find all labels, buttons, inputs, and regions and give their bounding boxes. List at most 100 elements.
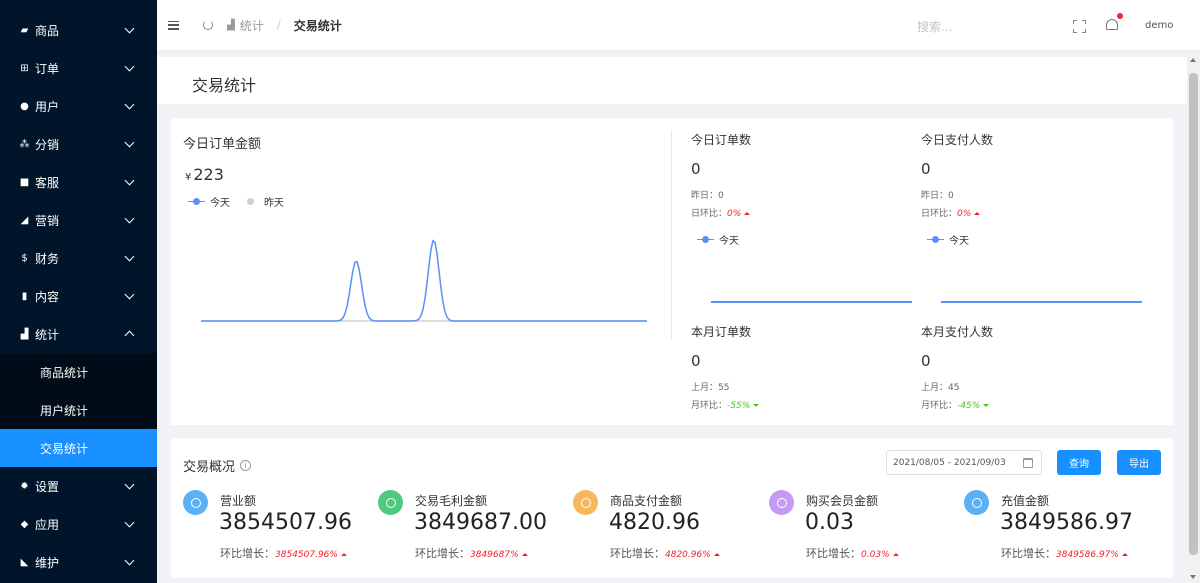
overview-value: 3849687.00 — [414, 510, 547, 535]
info-icon[interactable]: i — [240, 460, 252, 471]
fullscreen-icon[interactable] — [1073, 20, 1086, 33]
sidebar-subitem-user-stats[interactable]: 用户统计 — [0, 391, 157, 429]
breadcrumb-current: 交易统计 — [293, 18, 342, 33]
overview-card: 交易概况 i 2021/08/05 - 2021/09/03 查询 导出 营业额… — [171, 438, 1173, 578]
overview-label: 营业额 — [220, 494, 257, 508]
chevron-down-icon — [124, 517, 135, 527]
today-amount-value: 223 — [193, 165, 224, 184]
stat-title: 今日订单数 — [691, 133, 752, 147]
bag-icon: ▰ — [20, 24, 29, 36]
scrollbar[interactable] — [1187, 51, 1200, 583]
bell-icon[interactable] — [1105, 13, 1123, 33]
chevron-down-icon — [124, 213, 135, 223]
today-amount-title: 今日订单金额 — [183, 137, 262, 152]
breadcrumb-separator: / — [276, 18, 281, 32]
chevron-down-icon — [124, 175, 135, 185]
trend-down-icon — [753, 404, 760, 407]
sidebar-item-distribution[interactable]: ⁂ 分销 — [0, 125, 157, 163]
legend-today[interactable]: 今天 — [210, 194, 230, 209]
stat-value: 0 — [921, 352, 931, 370]
overview-label: 交易毛利金额 — [415, 494, 488, 508]
stat-ratio: 日环比：0% — [691, 206, 751, 219]
trend-down-icon — [983, 404, 990, 407]
stat-value: 0 — [691, 160, 701, 178]
stat-ratio: 月环比：-55% — [691, 398, 760, 411]
sidebar-item-label: 用户 — [35, 99, 60, 114]
sidebar-item-goods[interactable]: ▰ 商品 — [0, 11, 157, 49]
overview-label: 购买会员金额 — [806, 494, 879, 508]
chevron-down-icon — [124, 137, 135, 147]
legend-label[interactable]: 今天 — [719, 232, 739, 247]
coin-icon — [378, 490, 403, 515]
user-name[interactable]: demo — [1145, 20, 1173, 31]
export-button[interactable]: 导出 — [1117, 450, 1161, 475]
overview-value: 0.03 — [805, 510, 854, 535]
chart-legend[interactable]: 今天 昨天 — [188, 194, 296, 209]
trend-up-icon — [892, 552, 899, 556]
overview-item-goods-payment: 商品支付金额 4820.96 环比增长：4820.96% — [573, 489, 763, 569]
overview-item-gross-profit: 交易毛利金额 3849687.00 环比增长：3849687% — [378, 489, 568, 569]
sidebar-item-label: 设置 — [35, 479, 60, 494]
sidebar-item-finance[interactable]: $ 财务 — [0, 239, 157, 277]
sidebar-item-users[interactable]: ● 用户 — [0, 87, 157, 125]
stat-prev: 昨日：0 — [691, 191, 724, 201]
menu-toggle-icon[interactable] — [168, 20, 179, 30]
stat-value: 0 — [691, 352, 701, 370]
notification-dot — [1117, 13, 1123, 19]
sidebar-item-content[interactable]: ▮ 内容 — [0, 277, 157, 315]
trend-up-icon — [521, 552, 528, 556]
legend-label[interactable]: 今天 — [949, 232, 969, 247]
bar-chart-icon: ▟ — [227, 19, 235, 31]
wrench-icon: ◣ — [20, 556, 29, 568]
legend-yesterday-marker — [242, 198, 259, 204]
trend-up-icon — [1121, 552, 1128, 556]
stat-prev: 上月：55 — [691, 383, 730, 393]
book-icon: ▮ — [21, 290, 28, 302]
sidebar-item-service[interactable]: ■ 客服 — [0, 163, 157, 201]
chevron-down-icon — [124, 289, 135, 299]
date-range-value: 2021/08/05 - 2021/09/03 — [893, 457, 1006, 468]
sidebar-item-orders[interactable]: ⊞ 订单 — [0, 49, 157, 87]
sidebar-item-label: 分销 — [35, 137, 60, 152]
stat-prev: 上月：45 — [921, 383, 960, 393]
date-range-picker[interactable]: 2021/08/05 - 2021/09/03 — [886, 450, 1042, 475]
sidebar-item-label: 客服 — [35, 175, 60, 190]
query-button[interactable]: 查询 — [1057, 450, 1101, 475]
pie-icon — [183, 490, 208, 515]
group-icon: ⁂ — [19, 138, 30, 150]
sidebar-subitem-goods-stats[interactable]: 商品统计 — [0, 353, 157, 391]
overview-growth: 环比增长：0.03% — [806, 545, 899, 561]
cart-icon: ⊞ — [20, 62, 29, 74]
gauge-icon — [964, 490, 989, 515]
overview-title: 交易概况 i — [183, 456, 252, 475]
overview-item-revenue: 营业额 3854507.96 环比增长：3854507.96% — [183, 489, 373, 569]
sidebar-item-statistics[interactable]: ▟ 统计 — [0, 315, 157, 353]
sidebar-item-settings[interactable]: ✹ 设置 — [0, 467, 157, 505]
scroll-down-icon[interactable] — [1190, 575, 1196, 579]
page-title: 交易统计 — [192, 76, 257, 95]
search-input[interactable]: 搜索... — [917, 18, 952, 35]
series-line-today — [201, 239, 647, 322]
mini-chart-line — [711, 301, 912, 303]
chevron-down-icon — [124, 555, 135, 565]
stat-month-payers: 本月支付人数 0 上月：45 月环比：-45% — [921, 323, 993, 411]
stat-legend[interactable]: 今天 — [697, 232, 751, 247]
stat-legend[interactable]: 今天 — [927, 232, 981, 247]
stat-title: 今日支付人数 — [921, 133, 994, 147]
mini-chart-line — [941, 301, 1142, 303]
diamond-icon — [769, 490, 794, 515]
sidebar-item-maintenance[interactable]: ◣ 维护 — [0, 543, 157, 581]
sidebar-item-label: 订单 — [35, 61, 60, 76]
scroll-up-icon[interactable] — [1190, 58, 1196, 62]
breadcrumb-parent[interactable]: 统计 — [240, 17, 264, 34]
sidebar-item-label: 应用 — [35, 517, 60, 532]
legend-yesterday[interactable]: 昨天 — [264, 194, 284, 209]
sidebar-item-marketing[interactable]: ◢ 营销 — [0, 201, 157, 239]
scrollbar-thumb[interactable] — [1189, 73, 1198, 555]
stat-today-payers: 今日支付人数 0 昨日：0 日环比：0% — [921, 131, 993, 219]
overview-label: 商品支付金额 — [610, 494, 683, 508]
refresh-icon[interactable] — [203, 20, 213, 30]
sidebar-item-apps[interactable]: ◆ 应用 — [0, 505, 157, 543]
chevron-down-icon — [124, 61, 135, 71]
sidebar-subitem-trade-stats[interactable]: 交易统计 — [0, 429, 157, 467]
